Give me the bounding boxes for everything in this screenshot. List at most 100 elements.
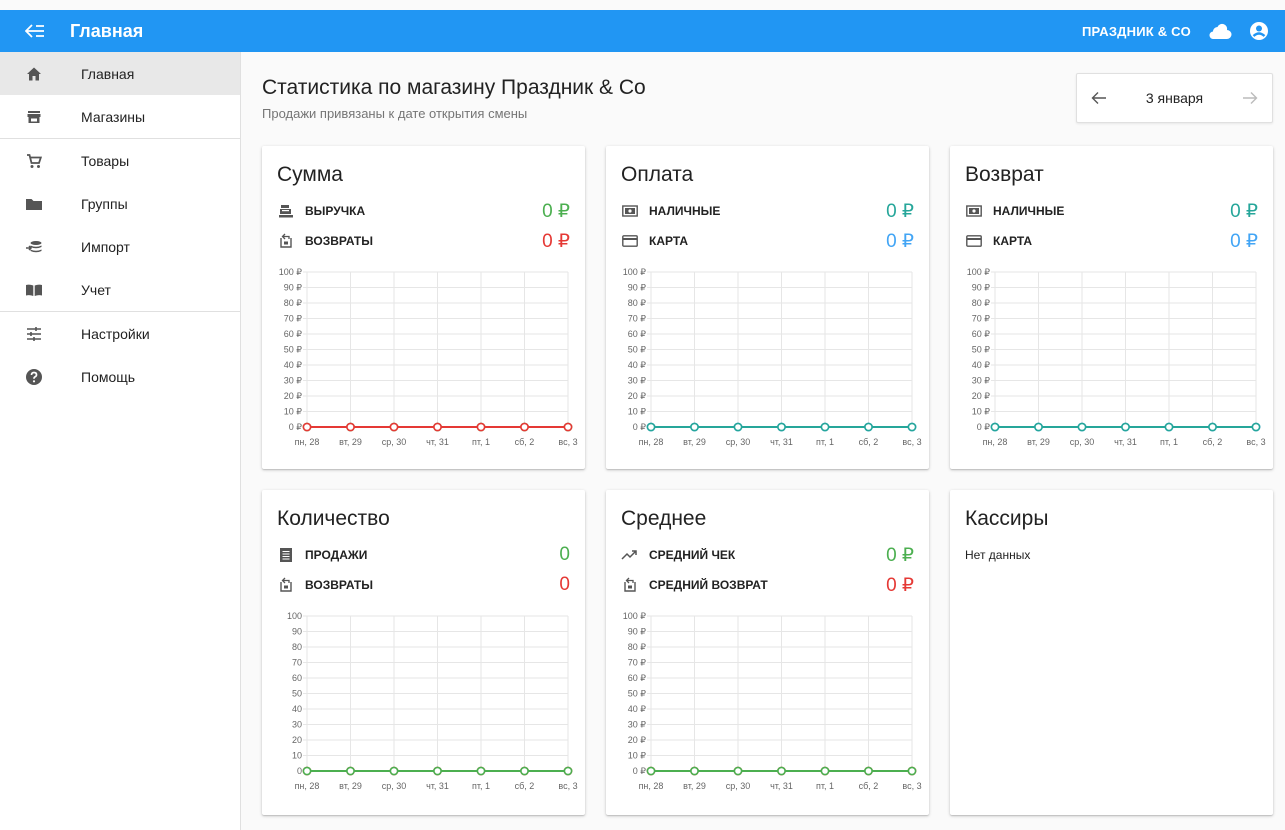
data-point — [907, 422, 917, 432]
cloud-icon[interactable] — [1207, 19, 1233, 43]
y-tick-label: 100 — [287, 611, 302, 621]
data-point — [1077, 422, 1087, 432]
main-content: Статистика по магазину Праздник & Co Про… — [241, 52, 1285, 830]
sidebar-item-stores[interactable]: Магазины — [0, 95, 240, 138]
x-tick-label: ср, 30 — [382, 781, 407, 791]
y-tick-label: 10 ₽ — [628, 751, 647, 761]
trending-up-icon — [621, 546, 639, 564]
y-tick-label: 40 — [292, 704, 302, 714]
y-tick-label: 30 ₽ — [628, 720, 647, 730]
y-tick-label: 10 ₽ — [284, 407, 303, 417]
data-point — [864, 766, 873, 776]
x-tick-label: вт, 29 — [1027, 437, 1050, 447]
metric-sales: ПРОДАЖИ 0 — [277, 544, 570, 566]
data-point — [690, 766, 699, 776]
data-point — [389, 766, 399, 776]
company-menu[interactable]: ПРАЗДНИК & CO — [1082, 24, 1191, 39]
data-point — [433, 422, 442, 432]
x-tick-label: вт, 29 — [683, 437, 706, 447]
sidebar-item-groups[interactable]: Группы — [0, 182, 240, 225]
app-title: Главная — [70, 20, 144, 41]
help-icon — [0, 368, 81, 386]
y-tick-label: 60 — [292, 673, 302, 683]
x-tick-label: сб, 2 — [515, 437, 535, 447]
sidebar-item-import[interactable]: Импорт — [0, 225, 240, 268]
metric-label: ВОЗВРАТЫ — [305, 234, 373, 248]
y-tick-label: 0 ₽ — [633, 766, 647, 776]
y-tick-label: 50 ₽ — [628, 689, 647, 699]
x-tick-label: чт, 31 — [426, 781, 449, 791]
y-tick-label: 90 — [292, 627, 302, 637]
y-tick-label: 0 ₽ — [633, 422, 647, 432]
y-tick-label: 60 ₽ — [628, 673, 647, 683]
card-average: Среднее СРЕДНИЙ ЧЕК 0 ₽ СРЕДНИЙ ВОЗВРАТ … — [606, 490, 929, 815]
metric-value: 0 ₽ — [1230, 230, 1258, 252]
current-date[interactable]: 3 января — [1121, 90, 1228, 106]
metric-label: НАЛИЧНЫЕ — [649, 204, 721, 218]
metric-value: 0 — [559, 574, 570, 595]
metric-card: КАРТА 0 ₽ — [965, 230, 1258, 252]
data-point — [777, 422, 786, 432]
y-tick-label: 30 ₽ — [628, 376, 647, 386]
x-tick-label: сб, 2 — [515, 781, 535, 791]
arrow-right-icon[interactable] — [1228, 74, 1272, 122]
sidebar-item-help[interactable]: Помощь — [0, 355, 240, 398]
metric-value: 0 ₽ — [886, 574, 914, 596]
sidebar-item-label: Магазины — [81, 108, 146, 125]
y-tick-label: 20 ₽ — [972, 391, 991, 401]
metric-average-check: СРЕДНИЙ ЧЕК 0 ₽ — [621, 544, 914, 566]
sidebar-item-label: Товары — [81, 152, 130, 169]
sidebar-item-accounting[interactable]: Учет — [0, 268, 240, 311]
card-sum: Сумма ВЫРУЧКА 0 ₽ ВОЗВРАТЫ 0 ₽ 0 ₽ 10 ₽ 20… — [262, 146, 585, 469]
data-point — [389, 422, 399, 432]
page-subtitle: Продажи привязаны к дате открытия смены — [262, 106, 528, 121]
y-tick-label: 20 ₽ — [628, 735, 647, 745]
y-tick-label: 40 ₽ — [284, 360, 303, 370]
account-circle-icon[interactable] — [1247, 19, 1271, 43]
data-point — [1164, 422, 1174, 432]
data-point — [520, 422, 529, 432]
card-title: Количество — [277, 507, 390, 530]
metric-cash: НАЛИЧНЫЕ 0 ₽ — [621, 200, 914, 222]
x-tick-label: ср, 30 — [382, 437, 407, 447]
metric-value: 0 ₽ — [886, 544, 914, 566]
metric-value: 0 ₽ — [542, 200, 570, 222]
sidebar-item-home[interactable]: Главная — [0, 52, 240, 95]
card-quantity: Количество ПРОДАЖИ 0 ВОЗВРАТЫ 0 0 10 20 30 4… — [262, 490, 585, 815]
y-tick-label: 0 ₽ — [289, 422, 303, 432]
y-tick-label: 20 — [292, 735, 302, 745]
sidebar-item-settings[interactable]: Настройки — [0, 312, 240, 355]
x-tick-label: вс, 3 — [902, 781, 921, 791]
y-tick-label: 40 ₽ — [628, 360, 647, 370]
y-tick-label: 50 — [292, 689, 302, 699]
home-icon — [0, 66, 81, 82]
app-bar: Главная ПРАЗДНИК & CO — [0, 10, 1285, 52]
card-title: Сумма — [277, 163, 343, 186]
card-title: Кассиры — [965, 507, 1049, 530]
y-tick-label: 10 ₽ — [628, 407, 647, 417]
metric-label: СРЕДНИЙ ВОЗВРАТ — [649, 578, 768, 592]
x-tick-label: ср, 30 — [1070, 437, 1095, 447]
y-tick-label: 100 ₽ — [623, 611, 647, 621]
sidebar-item-products[interactable]: Товары — [0, 139, 240, 182]
data-point — [476, 766, 486, 776]
x-tick-label: пт, 1 — [816, 437, 834, 447]
x-tick-label: вс, 3 — [1246, 437, 1265, 447]
card-title: Возврат — [965, 163, 1044, 186]
y-tick-label: 60 ₽ — [284, 329, 303, 339]
data-point — [346, 766, 355, 776]
sidebar-item-label: Помощь — [81, 368, 136, 385]
y-tick-label: 70 ₽ — [284, 314, 303, 324]
y-tick-label: 30 ₽ — [972, 376, 991, 386]
metric-label: ВОЗВРАТЫ — [305, 578, 373, 592]
y-tick-label: 90 ₽ — [628, 627, 647, 637]
metric-label: СРЕДНИЙ ЧЕК — [649, 548, 736, 562]
x-tick-label: ср, 30 — [726, 781, 751, 791]
y-tick-label: 60 ₽ — [972, 329, 991, 339]
menu-collapse-icon[interactable] — [0, 23, 70, 39]
sidebar-item-label: Главная — [81, 65, 135, 82]
arrow-left-icon[interactable] — [1077, 74, 1121, 122]
x-tick-label: сб, 2 — [1203, 437, 1223, 447]
y-tick-label: 70 — [292, 658, 302, 668]
data-point — [302, 766, 312, 776]
